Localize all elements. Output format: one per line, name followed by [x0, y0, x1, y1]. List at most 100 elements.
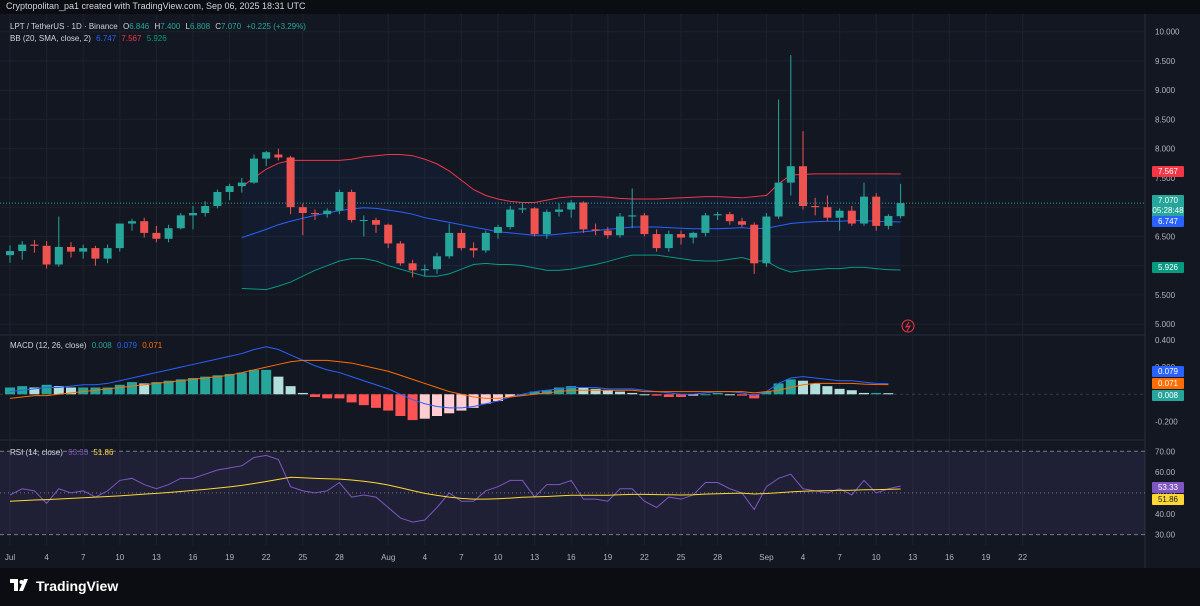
candle-body	[103, 248, 112, 259]
tradingview-logo[interactable]: TradingView	[10, 578, 118, 594]
macd-badge: 0.079	[1152, 366, 1184, 377]
time-tick-label: 16	[945, 553, 954, 562]
macd-histogram-bar	[261, 369, 272, 395]
candle-body	[335, 191, 344, 211]
change-value: +0.225 (+3.29%)	[246, 22, 306, 31]
candle-body	[91, 248, 100, 259]
candle-body	[298, 207, 307, 214]
macd-legend: MACD (12, 26, close) 0.008 0.079 0.071	[10, 341, 165, 350]
macd-histogram-bar	[578, 387, 589, 395]
rsi-legend: RSI (14, close) 53.33 51.86	[10, 448, 116, 457]
candle-body	[725, 214, 734, 222]
hist-badge: 0.008	[1152, 390, 1184, 401]
candle-body	[67, 246, 75, 252]
candle-body	[603, 230, 612, 236]
macd-histogram-bar	[663, 394, 674, 397]
macd-histogram-bar	[590, 388, 601, 395]
candle-body	[811, 206, 820, 208]
candle-body	[250, 158, 258, 183]
chart-area[interactable]: 10.0009.5009.0008.5008.0007.5007.0006.50…	[0, 14, 1200, 568]
rsi-badge: 53.33	[1152, 482, 1184, 493]
bb-lower-value: 5.926	[146, 34, 167, 43]
macd-histogram-bar	[249, 369, 259, 395]
macd-value: 0.079	[116, 341, 137, 350]
candle-body	[115, 223, 124, 249]
time-tick-label: 10	[494, 553, 503, 562]
candle-body	[128, 221, 136, 224]
candle-body	[384, 224, 393, 244]
candle-body	[481, 232, 490, 251]
candle-body	[213, 191, 222, 206]
macd-label: MACD (12, 26, close)	[10, 341, 87, 350]
candle-body	[652, 234, 661, 249]
macd-histogram-bar	[737, 394, 747, 396]
candle-body	[396, 243, 405, 264]
candle-body	[262, 152, 271, 159]
candle-body	[494, 227, 502, 233]
time-tick-label: 19	[225, 553, 234, 562]
candle-body	[555, 209, 563, 212]
macd-histogram-bar	[419, 394, 430, 419]
macd-histogram-bar	[346, 394, 357, 403]
candle-body	[884, 215, 893, 226]
candle-body	[79, 248, 88, 252]
macd-histogram-bar	[859, 392, 869, 395]
rsi-tick-label: 70.00	[1155, 447, 1176, 456]
candle-body	[591, 229, 600, 231]
macd-histogram-bar	[480, 394, 491, 404]
tradingview-brand: TradingView	[36, 578, 119, 594]
tradingview-logo-icon	[10, 579, 28, 591]
candle-body	[518, 208, 527, 210]
candle-body	[713, 214, 722, 216]
price-tick-label: 8.000	[1155, 145, 1176, 154]
time-tick-label: Jul	[5, 553, 15, 562]
price-tick-label: 5.000	[1155, 320, 1176, 329]
price-tick-label: 9.500	[1155, 57, 1176, 66]
time-tick-label: 25	[298, 553, 307, 562]
price-legend: LPT / TetherUS · 1D · Binance O6.846 H7.…	[10, 22, 309, 31]
candle-body	[689, 232, 698, 238]
last-price-value: 7.070	[1157, 196, 1179, 205]
open-value: 6.846	[129, 22, 150, 31]
candle-body	[847, 210, 856, 224]
candle-body	[701, 215, 710, 233]
macd-histogram-bar	[773, 383, 784, 395]
macd-histogram-bar	[602, 390, 613, 395]
candle-body	[237, 182, 246, 187]
footer-bar	[0, 568, 1200, 606]
time-tick-label: 25	[677, 553, 686, 562]
candle-body	[408, 263, 417, 271]
candle-body	[189, 213, 197, 216]
macd-histogram-bar	[395, 394, 406, 416]
candle-body	[445, 232, 454, 257]
macd-histogram-bar	[212, 375, 223, 395]
macd-histogram-bar	[310, 394, 320, 397]
rsi-ma-badge: 51.86	[1152, 494, 1184, 505]
candle-body	[896, 203, 905, 217]
last-price-badge: 7.070 05:28:48	[1152, 195, 1184, 218]
macd-histogram-bar	[883, 393, 894, 395]
rsi-label: RSI (14, close)	[10, 448, 63, 457]
candle-body	[152, 232, 161, 239]
macd-histogram-bar	[444, 394, 455, 414]
candle-body	[201, 206, 210, 214]
macd-histogram-bar	[371, 394, 381, 408]
candle-body	[542, 211, 551, 235]
candle-body	[433, 256, 441, 270]
low-value: 6.808	[190, 22, 211, 31]
time-tick-label: 22	[1018, 553, 1027, 562]
macd-histogram-bar	[297, 392, 308, 395]
candle-body	[640, 215, 649, 235]
candle-body	[323, 210, 332, 215]
bb-legend: BB (20, SMA, close, 2) 6.747 7.567 5.926	[10, 34, 170, 43]
price-tick-label: 10.000	[1155, 28, 1180, 37]
candle-body	[579, 202, 588, 230]
candle-body	[286, 157, 295, 208]
macd-histogram-bar	[224, 373, 235, 395]
macd-histogram-bar	[846, 390, 857, 395]
macd-histogram-bar	[273, 376, 284, 395]
bb-basis-badge: 6.747	[1152, 216, 1184, 227]
candle-body	[347, 191, 356, 221]
high-value: 7.400	[160, 22, 181, 31]
macd-tick-label: -0.200	[1155, 417, 1178, 426]
